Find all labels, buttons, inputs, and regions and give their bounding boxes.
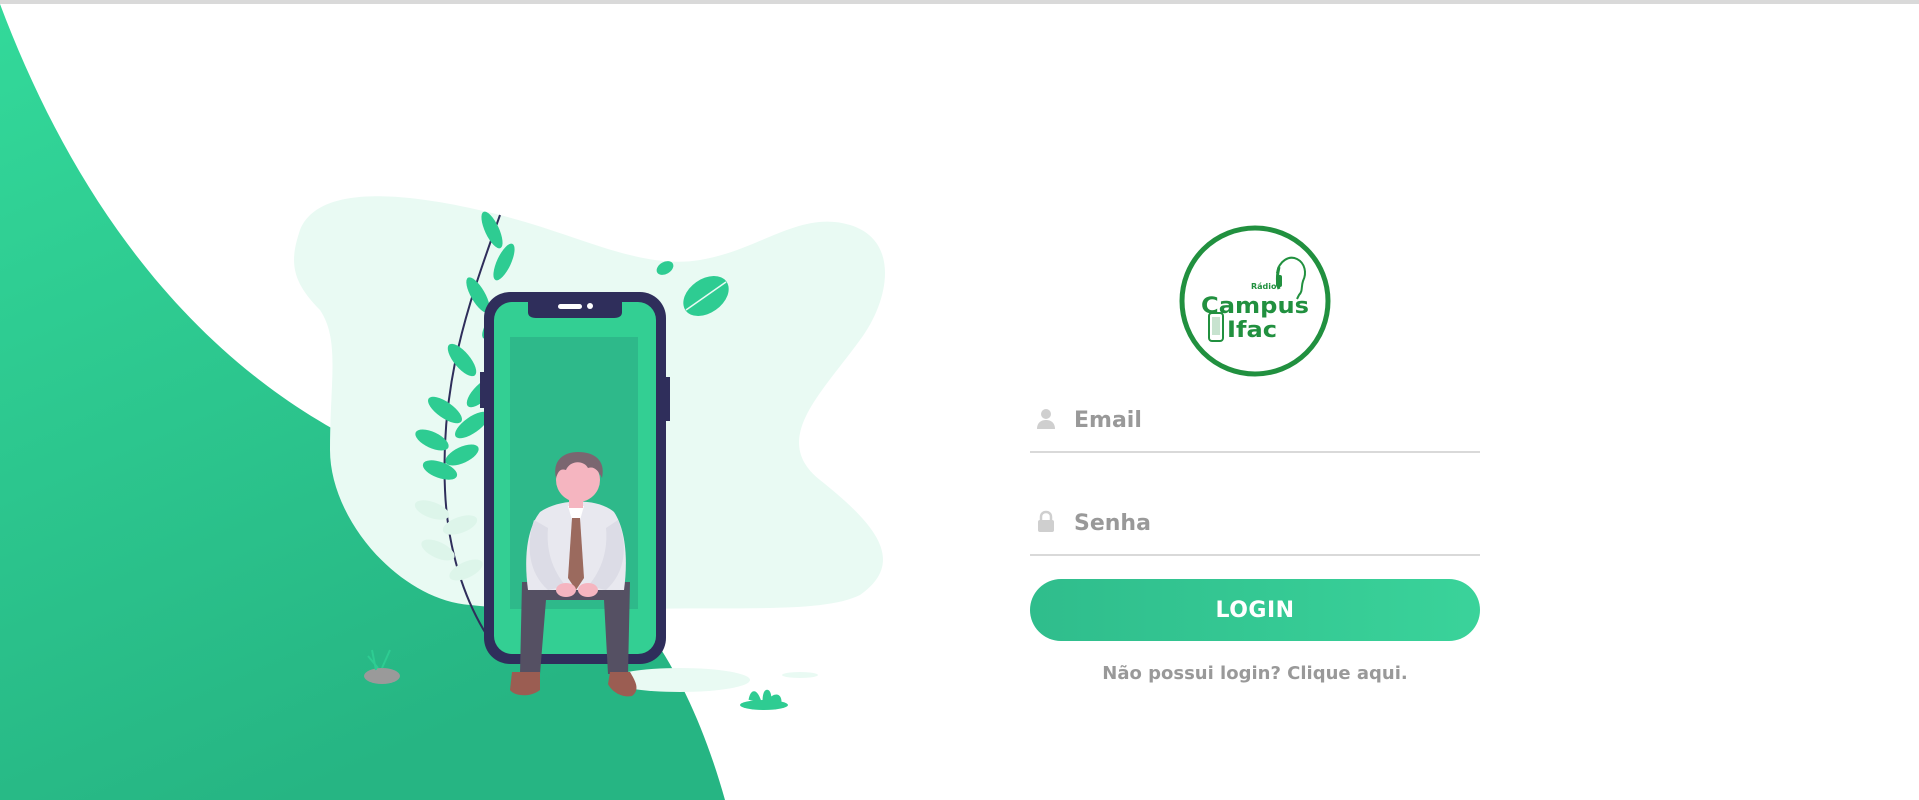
radio-campus-logo: Rádio Campus Ifac [1179,225,1331,377]
login-button[interactable]: LOGIN [1030,579,1480,641]
logo-text-ifac: Ifac [1227,318,1277,343]
logo-text-radio: Rádio [1251,282,1277,291]
signup-link[interactable]: Não possui login? Clique aqui. [1030,663,1480,684]
email-field [1030,395,1480,453]
logo-text-campus: Campus [1201,294,1309,319]
lock-icon [1038,510,1054,532]
password-input[interactable] [1072,502,1476,544]
user-icon [1037,409,1055,429]
password-field [1030,498,1480,556]
email-input[interactable] [1072,399,1476,441]
person-phone-illustration [294,196,885,710]
